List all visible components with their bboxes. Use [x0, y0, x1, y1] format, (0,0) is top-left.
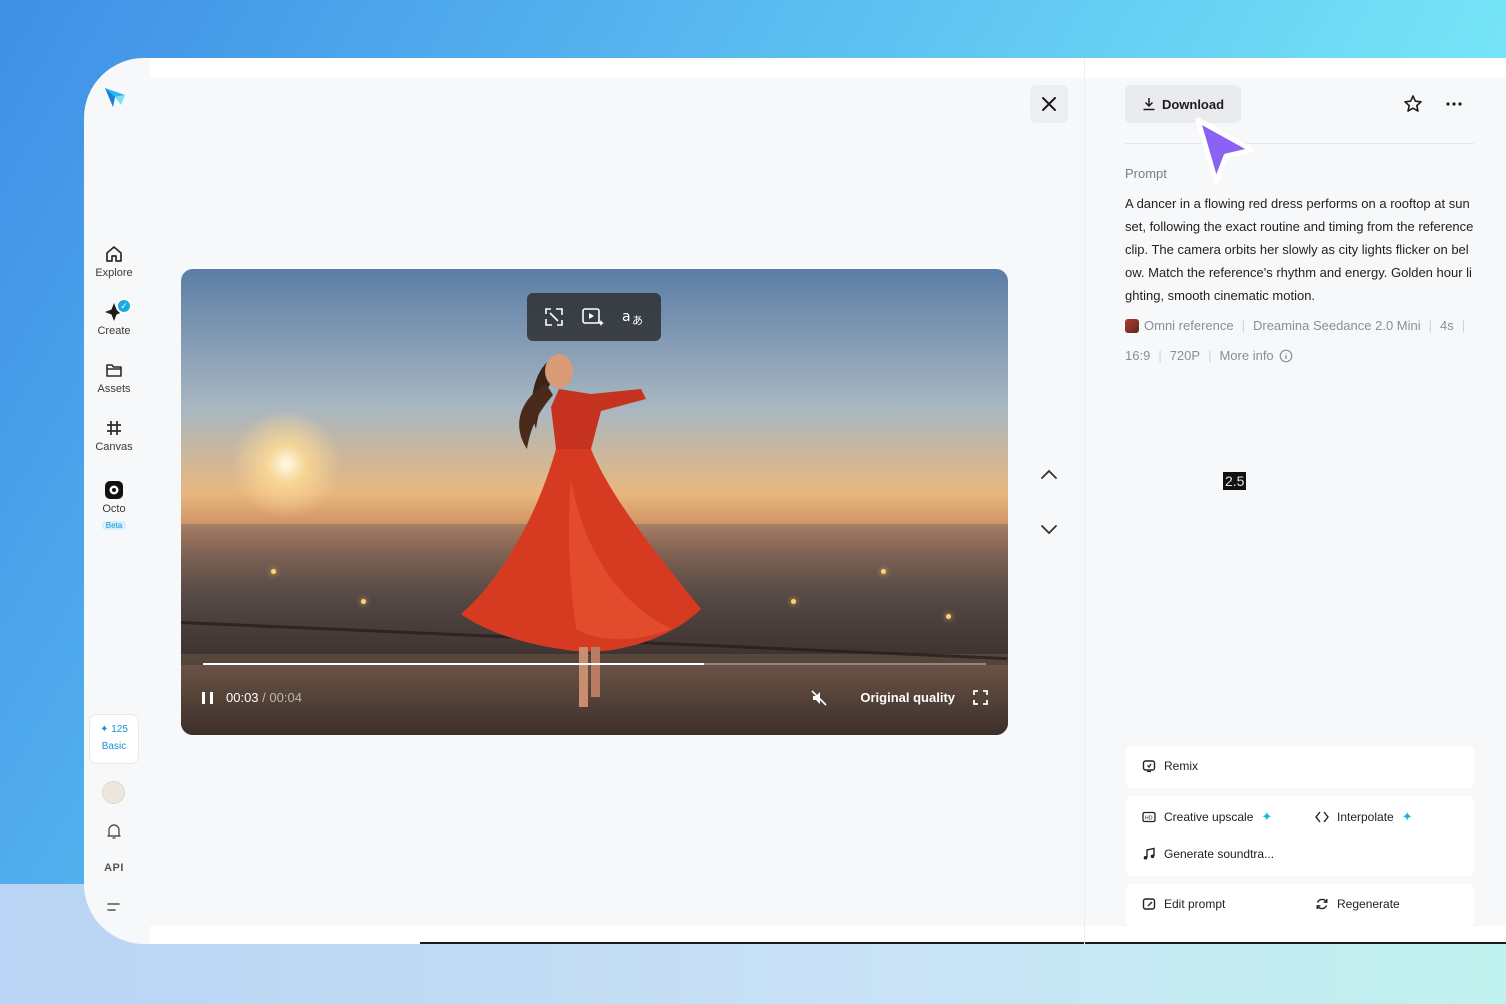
credits-amount: ✦ 125 [100, 724, 128, 735]
info-icon[interactable] [1279, 349, 1293, 363]
pause-icon[interactable] [201, 691, 215, 705]
city-light [271, 569, 276, 574]
edit-prompt-label: Edit prompt [1164, 897, 1226, 911]
api-link[interactable]: API [84, 862, 144, 874]
sidebar: Explore ✓ Create Assets Canvas Octo Beta… [84, 58, 144, 944]
regenerate-button[interactable]: Regenerate [1315, 897, 1400, 911]
svg-text:HD: HD [1145, 816, 1153, 822]
video-frame-sun [231, 409, 341, 519]
upscale-hd-icon: HD [1142, 811, 1156, 823]
generate-soundtrack-button[interactable]: Generate soundtra... [1142, 847, 1274, 861]
avatar[interactable] [102, 781, 125, 804]
pointer-cursor-icon [1195, 117, 1255, 185]
prompt-label: Prompt [1125, 166, 1167, 181]
generation-meta-row: Omni reference | Dreamina Seedance 2.0 Mi… [1125, 318, 1473, 333]
download-label: Download [1161, 96, 1225, 112]
remix-label: Remix [1164, 759, 1199, 773]
divider [1125, 143, 1474, 144]
video-controls: 00:03 / 00:04 Original quality [201, 687, 988, 709]
sparkle-icon: ✦ [1401, 809, 1413, 824]
generation-meta-row: 16:9 | 720P | More info [1125, 348, 1293, 363]
video-progress-bar[interactable] [203, 663, 986, 665]
sidebar-item-label: Create [97, 325, 131, 337]
interpolate-icon [1315, 811, 1329, 823]
sparkle-icon: ✦ [1261, 809, 1273, 824]
meta-model: Dreamina Seedance 2.0 Mini [1252, 318, 1421, 333]
generate-soundtrack-label: Generate soundtra... [1164, 847, 1275, 861]
quality-selector[interactable]: Original quality [860, 690, 955, 705]
sidebar-item-label: Octo [102, 503, 126, 515]
close-button[interactable] [1030, 85, 1068, 123]
chevron-up-icon[interactable] [1037, 466, 1061, 482]
interpolate-button[interactable]: Interpolate ✦ [1315, 809, 1413, 825]
video-frame-dancer [461, 354, 701, 707]
remix-button[interactable]: Remix [1142, 759, 1198, 773]
edit-prompt-button[interactable]: Edit prompt [1142, 897, 1225, 911]
crop-reframe-icon[interactable] [543, 306, 565, 328]
interpolate-label: Interpolate [1337, 810, 1394, 824]
home-icon [106, 246, 122, 262]
beta-badge: Beta [101, 521, 127, 530]
menu-icon[interactable] [106, 900, 122, 914]
regenerate-label: Regenerate [1337, 897, 1400, 911]
more-info-link[interactable]: More info [1219, 348, 1273, 363]
sidebar-item-label: Assets [97, 383, 131, 395]
bell-icon[interactable] [105, 822, 123, 840]
enhance-card: HD Creative upscale ✦ Interpolate ✦ Gene… [1125, 796, 1475, 876]
close-icon [1042, 97, 1056, 111]
sidebar-item-canvas[interactable]: Canvas [84, 418, 144, 453]
svg-text:a: a [622, 309, 631, 325]
svg-text:あ: あ [632, 314, 643, 327]
current-time: 00:03 [226, 690, 259, 705]
video-progress-fill [203, 663, 705, 665]
video-enhance-icon[interactable] [581, 306, 605, 328]
folder-icon [106, 364, 122, 377]
edit-icon [1142, 898, 1156, 910]
regenerate-icon [1316, 898, 1328, 910]
meta-reference[interactable]: Omni reference [1144, 318, 1234, 333]
canvas-frame-icon [107, 421, 121, 435]
check-badge-icon: ✓ [116, 298, 132, 314]
duration: 00:04 [269, 690, 302, 705]
plan-label: Basic [101, 741, 127, 752]
star-icon[interactable] [1403, 94, 1423, 114]
video-tools-bar: aあ [527, 293, 661, 341]
details-panel: Download Prompt A dancer in a flowing re… [1084, 58, 1506, 944]
fullscreen-icon[interactable] [973, 690, 988, 705]
download-icon [1143, 98, 1155, 111]
translate-icon[interactable]: aあ [621, 306, 645, 328]
remix-card: Remix [1125, 746, 1475, 788]
remix-icon [1142, 760, 1156, 773]
creative-upscale-button[interactable]: HD Creative upscale ✦ [1142, 809, 1272, 825]
chevron-down-icon[interactable] [1037, 522, 1061, 538]
city-light [881, 569, 886, 574]
sidebar-item-label: Canvas [95, 441, 133, 453]
creative-upscale-label: Creative upscale [1164, 810, 1254, 824]
sidebar-item-label: Explore [95, 267, 133, 279]
prompt-actions-card: Edit prompt Regenerate [1125, 884, 1475, 926]
city-light [946, 614, 951, 619]
app-logo-icon[interactable] [102, 84, 128, 110]
video-time: 00:03 / 00:04 [226, 690, 302, 705]
city-light [361, 599, 366, 604]
mute-icon[interactable] [810, 689, 828, 707]
sidebar-item-explore[interactable]: Explore [84, 244, 144, 279]
overlay-badge: 2.5 [1223, 472, 1247, 490]
more-options-icon[interactable] [1445, 95, 1463, 113]
video-player[interactable]: aあ 00:03 / 00:04 Original quality [181, 269, 1008, 735]
sidebar-item-assets[interactable]: Assets [84, 360, 144, 395]
time-separator: / [258, 690, 270, 705]
meta-duration: 4s [1440, 318, 1454, 333]
city-light [791, 599, 796, 604]
credits-widget[interactable]: ✦ 125 Basic [89, 714, 139, 764]
sidebar-item-create[interactable]: ✓ Create [84, 298, 144, 337]
music-note-icon [1143, 847, 1155, 860]
sidebar-item-octo[interactable]: Octo Beta [84, 480, 144, 533]
prompt-text: A dancer in a flowing red dress performs… [1125, 196, 1474, 303]
app-window: Explore ✓ Create Assets Canvas Octo Beta… [84, 58, 1506, 944]
octo-icon [105, 481, 123, 499]
meta-aspect-ratio: 16:9 [1125, 348, 1151, 363]
meta-resolution: 720P [1169, 348, 1201, 363]
reference-thumbnail [1125, 318, 1139, 333]
